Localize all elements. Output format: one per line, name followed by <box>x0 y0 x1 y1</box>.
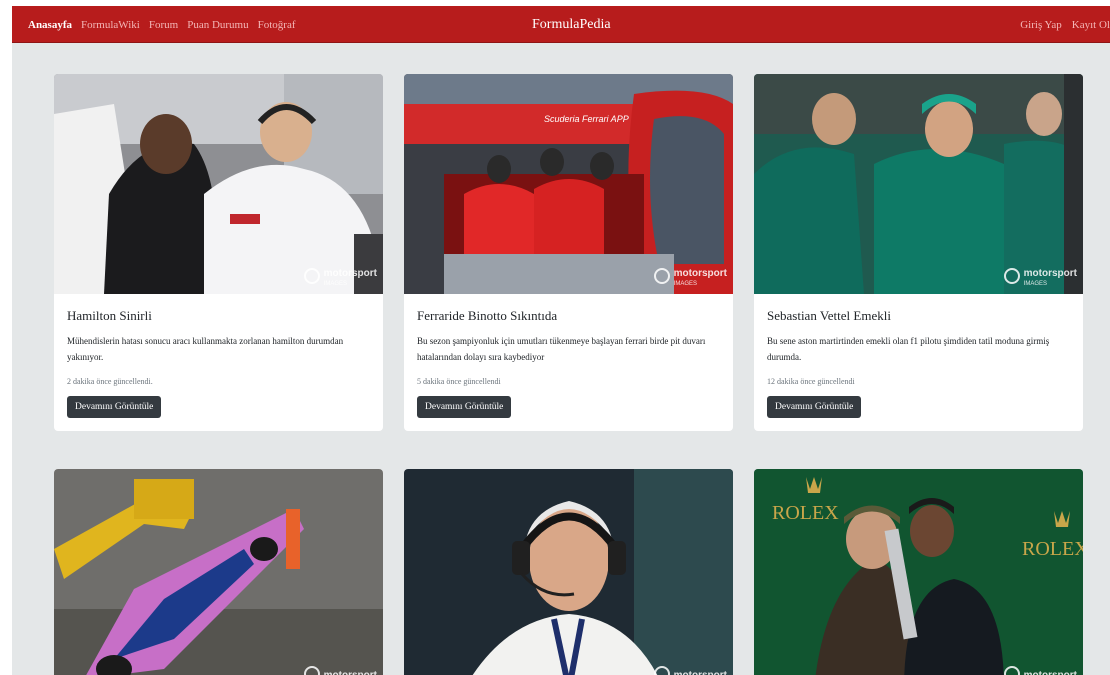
read-more-button[interactable]: Devamını Görüntüle <box>417 396 512 418</box>
motorsport-watermark: motorsport <box>1003 665 1077 675</box>
card-body: Hamilton Sinirli Mühendislerin hatası so… <box>54 294 383 431</box>
motorsport-logo-icon <box>653 666 670 675</box>
card-body: Sebastian Vettel Emekli Bu sene aston ma… <box>754 294 1083 431</box>
rolex-sign-text: ROLEX <box>1022 538 1083 560</box>
motorsport-watermark: motorsport <box>653 665 727 675</box>
podium-rolex-photo: ROLEX ROLEX motorsport <box>754 469 1083 675</box>
motorsport-watermark: motorsport <box>303 665 377 675</box>
motorsport-logo-icon <box>1003 666 1020 675</box>
motorsport-logo-icon <box>303 666 320 675</box>
motorsport-watermark: motorsport IMAGES <box>1003 263 1077 288</box>
news-card: Scuderia Ferrari APP motorsport IMAGES Fe… <box>404 74 733 431</box>
login-link[interactable]: Giriş Yap <box>1020 19 1062 31</box>
nav-link-home[interactable]: Anasayfa <box>28 19 72 31</box>
nav-links: Anasayfa FormulaWiki Forum Puan Durumu F… <box>28 6 296 43</box>
navbar: Anasayfa FormulaWiki Forum Puan Durumu F… <box>12 6 1110 43</box>
motorsport-logo-icon <box>653 267 670 284</box>
photo-sign-text: Scuderia Ferrari APP <box>544 114 629 124</box>
card-title: Sebastian Vettel Emekli <box>767 308 891 323</box>
card-updated-time: 5 dakika önce güncellendi <box>417 377 501 386</box>
read-more-button[interactable]: Devamını Görüntüle <box>767 396 862 418</box>
nav-link-photos[interactable]: Fotoğraf <box>258 19 296 31</box>
card-title: Hamilton Sinirli <box>67 308 152 323</box>
news-card: motorsport <box>54 469 383 675</box>
page-frame: Anasayfa FormulaWiki Forum Puan Durumu F… <box>12 6 1110 675</box>
news-card: motorsport <box>404 469 733 675</box>
nav-link-forum[interactable]: Forum <box>149 19 178 31</box>
motorsport-logo-icon <box>303 267 320 284</box>
card-text: Mühendislerin hatası sonucu aracı kullan… <box>67 336 344 362</box>
motorsport-logo-icon <box>1003 267 1020 284</box>
motorsport-watermark: motorsport IMAGES <box>303 263 377 288</box>
card-text: Bu sene aston martirtinden emekli olan f… <box>767 336 1050 362</box>
card-updated-time: 2 dakika önce güncellendi. <box>67 377 153 386</box>
ferrari-pit-wall-photo: Scuderia Ferrari APP motorsport IMAGES <box>404 74 733 294</box>
card-updated-time: 12 dakika önce güncellendi <box>767 377 855 386</box>
card-body: Ferraride Binotto Sıkıntıda Bu sezon şam… <box>404 294 733 431</box>
nav-link-standings[interactable]: Puan Durumu <box>187 19 248 31</box>
site-brand[interactable]: FormulaPedia <box>532 6 611 43</box>
motorsport-watermark: motorsport IMAGES <box>653 263 727 288</box>
card-title: Ferraride Binotto Sıkıntıda <box>417 308 558 323</box>
aston-martin-team-photo: motorsport IMAGES <box>754 74 1083 294</box>
rolex-sign-text: ROLEX <box>772 502 839 524</box>
news-card: ROLEX ROLEX motorsport <box>754 469 1083 675</box>
card-text: Bu sezon şampiyonluk için umutları tüken… <box>417 336 706 362</box>
news-card: motorsport IMAGES Sebastian Vettel Emekli… <box>754 74 1083 431</box>
nav-auth-links: Giriş Yap Kayıt Ol <box>1020 6 1110 43</box>
news-card: motorsport IMAGES Hamilton Sinirli Mühend… <box>54 74 383 431</box>
race-official-headset-photo: motorsport <box>404 469 733 675</box>
register-link[interactable]: Kayıt Ol <box>1072 19 1110 31</box>
alpine-car-crane-photo: motorsport <box>54 469 383 675</box>
nav-link-formulawiki[interactable]: FormulaWiki <box>81 19 140 31</box>
hamilton-engineer-photo: motorsport IMAGES <box>54 74 383 294</box>
read-more-button[interactable]: Devamını Görüntüle <box>67 396 162 418</box>
